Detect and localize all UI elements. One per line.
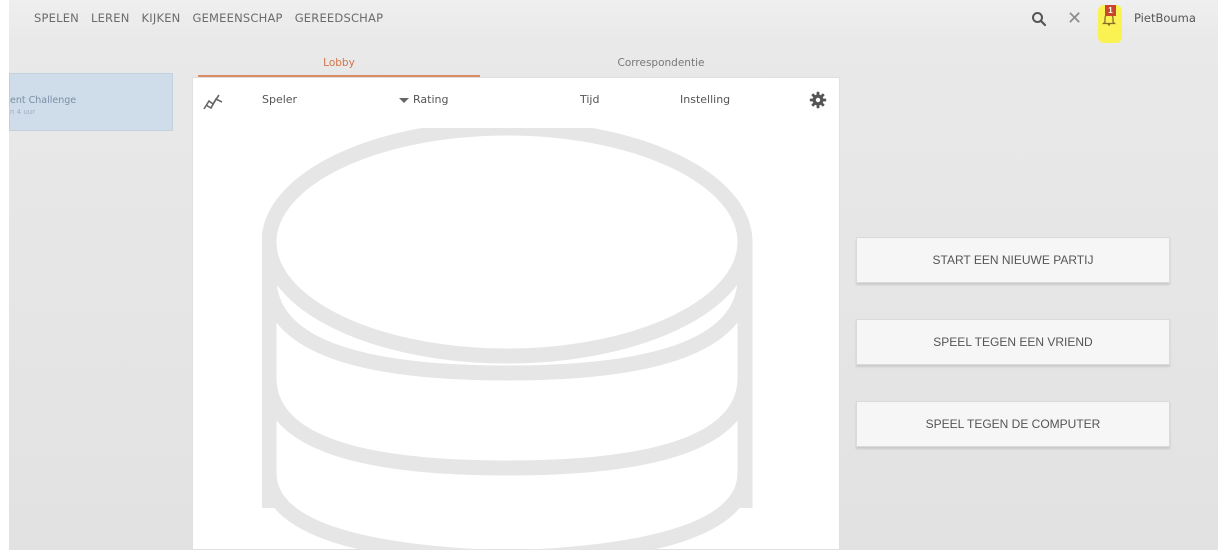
search-icon[interactable] <box>1031 11 1047 27</box>
tab-lobby[interactable]: Lobby <box>198 57 480 69</box>
nav-item-gereedschap[interactable]: GEREEDSCHAP <box>295 11 384 25</box>
graph-icon[interactable] <box>203 91 223 111</box>
nav-item-kijken[interactable]: KIJKEN <box>142 11 181 25</box>
nav-item-gemeenschap[interactable]: GEMEENSCHAP <box>192 11 282 25</box>
challenge-card[interactable]: ent Challenge n 4 uur <box>9 73 173 131</box>
start-new-game-button[interactable]: START EEN NIEUWE PARTIJ <box>856 237 1170 283</box>
gear-icon[interactable] <box>809 91 827 109</box>
play-vs-computer-button[interactable]: SPEEL TEGEN DE COMPUTER <box>856 401 1170 447</box>
column-header-rating[interactable]: Rating <box>399 93 448 106</box>
column-header-rating-label: Rating <box>413 93 449 106</box>
tab-correspondentie[interactable]: Correspondentie <box>520 57 802 69</box>
column-header-time[interactable]: Tijd <box>580 93 599 106</box>
column-header-setting[interactable]: Instelling <box>680 93 730 106</box>
database-icon <box>262 128 753 550</box>
close-icon[interactable]: ✕ <box>1067 10 1082 28</box>
left-edge <box>0 0 9 550</box>
nav-item-spelen[interactable]: SPELEN <box>34 11 79 25</box>
top-nav: SPELEN LEREN KIJKEN GEMEENSCHAP GEREEDSC… <box>34 11 395 25</box>
username-link[interactable]: PietBouma <box>1134 11 1196 25</box>
column-header-player[interactable]: Speler <box>262 93 297 106</box>
nav-item-leren[interactable]: LEREN <box>91 11 130 25</box>
play-vs-friend-button[interactable]: SPEEL TEGEN EEN VRIEND <box>856 319 1170 365</box>
challenge-subtitle: n 4 uur <box>10 108 36 116</box>
sort-caret-icon <box>399 97 409 103</box>
notification-badge: 1 <box>1105 5 1116 16</box>
challenge-title: ent Challenge <box>10 95 77 106</box>
